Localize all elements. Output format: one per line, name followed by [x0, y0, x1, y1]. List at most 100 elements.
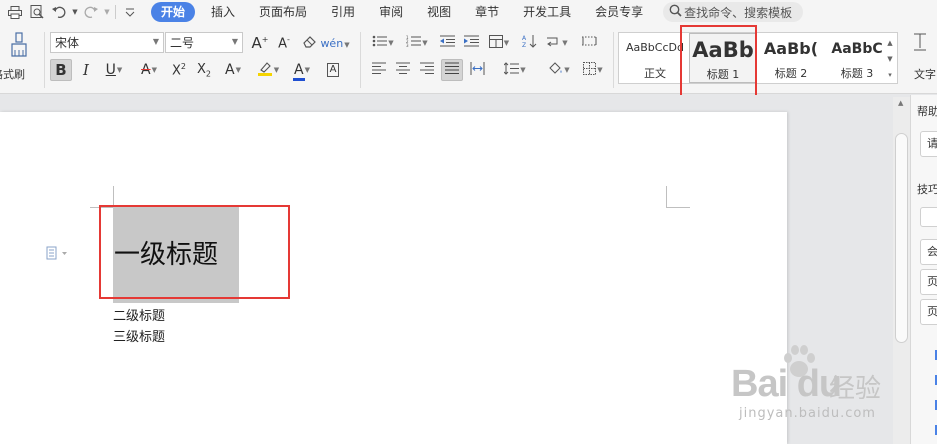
table-border-button[interactable] [578, 32, 600, 54]
command-search[interactable]: 查找命令、搜索模板 [663, 2, 804, 22]
character-border-button[interactable]: A [322, 59, 344, 81]
tab-member[interactable]: 会员专享 [583, 0, 655, 24]
show-paragraph-marks-button[interactable]: ▼ [542, 32, 572, 54]
help-button[interactable]: 页 [920, 269, 937, 295]
scroll-up-icon[interactable]: ▲ [898, 99, 903, 107]
search-placeholder: 查找命令、搜索模板 [684, 5, 793, 20]
font-size-value: 二号 [170, 36, 195, 50]
borders-button[interactable]: ▼ [578, 59, 608, 81]
shrink-font-button[interactable]: A- [273, 32, 295, 54]
redo-dropdown-icon[interactable]: ▼ [102, 2, 112, 22]
align-left-button[interactable] [368, 59, 390, 81]
help-search-input[interactable]: 请 [920, 131, 937, 157]
indent-icon [463, 35, 479, 51]
style-preview: AaBbCcDd [626, 41, 684, 54]
customize-toolbar-icon[interactable] [119, 2, 141, 22]
font-name-value: 宋体 [55, 36, 80, 50]
chevron-up-icon[interactable]: ▲ [885, 35, 895, 51]
group-separator [360, 32, 361, 88]
redo-icon[interactable] [80, 2, 102, 22]
phonetic-guide-button[interactable]: wén▼ [320, 32, 349, 54]
numbered-list-button[interactable]: 1 2 3 ▼ [402, 32, 432, 54]
increase-indent-button[interactable] [460, 32, 482, 54]
text-effect-button[interactable]: A ▼ [218, 59, 248, 81]
font-color-button[interactable]: A ▼ [287, 59, 317, 81]
chevron-down-icon: ▼ [152, 37, 159, 46]
heading-level-3[interactable]: 三级标题 [113, 326, 165, 345]
grow-font-button[interactable]: A+ [249, 32, 271, 54]
character-border-icon: A [326, 63, 340, 77]
superscript-button[interactable]: X2 [168, 59, 190, 81]
search-icon [669, 4, 682, 21]
tab-insert[interactable]: 插入 [199, 0, 247, 24]
help-search-hint: 请 [927, 137, 937, 150]
outdent-icon [439, 35, 455, 51]
text-tools-label: 文字 [914, 68, 936, 81]
distributed-align-button[interactable] [466, 59, 488, 81]
vertical-scrollbar[interactable]: ▲ [893, 97, 910, 444]
underline-button[interactable]: U ▼ [99, 59, 129, 81]
font-name-combo[interactable]: 宋体 ▼ [50, 32, 164, 53]
help-input-box[interactable] [920, 207, 937, 227]
document-page[interactable]: 一级标题 二级标题 三级标题 [0, 112, 787, 444]
align-right-icon [420, 62, 434, 78]
svg-text:Z: Z [522, 42, 526, 48]
sort-button[interactable]: AZ [518, 32, 540, 54]
numbered-list-icon: 123 [406, 35, 422, 51]
print-preview-icon[interactable] [26, 2, 48, 22]
style-heading-3[interactable]: AaBbC 标题 3 [823, 33, 891, 83]
scrollbar-thumb[interactable] [895, 133, 908, 343]
help-button[interactable]: 页 [920, 299, 937, 325]
sort-icon: AZ [522, 34, 537, 52]
svg-text:A: A [522, 35, 527, 42]
paintbrush-icon [0, 32, 38, 61]
paragraph-mark-icon [546, 35, 561, 51]
document-area: 一级标题 二级标题 三级标题 [0, 95, 910, 444]
toolbar-separator [115, 5, 116, 19]
style-name: 标题 3 [840, 67, 874, 80]
bullet-list-icon [372, 35, 388, 51]
chevron-down-icon[interactable]: ▼ [885, 51, 895, 67]
justify-button[interactable] [441, 59, 463, 81]
tab-review[interactable]: 审阅 [367, 0, 415, 24]
print-icon[interactable] [4, 2, 26, 22]
bold-button[interactable]: B [50, 59, 72, 81]
tab-section[interactable]: 章节 [463, 0, 511, 24]
bullet-list-button[interactable]: ▼ [368, 32, 398, 54]
svg-text:3: 3 [406, 43, 409, 47]
gallery-scroll[interactable]: ▲ ▼ ▾ [885, 35, 895, 83]
chinese-layout-button[interactable]: ▼ [484, 32, 514, 54]
font-size-combo[interactable]: 二号 ▼ [165, 32, 243, 53]
help-pane-title: 帮助 [917, 105, 937, 118]
align-center-button[interactable] [392, 59, 414, 81]
align-right-button[interactable] [416, 59, 438, 81]
menu-tabs: 开始 插入 页面布局 引用 审阅 视图 章节 开发工具 会员专享 [151, 0, 655, 24]
tab-view[interactable]: 视图 [415, 0, 463, 24]
decrease-indent-button[interactable] [436, 32, 458, 54]
style-normal[interactable]: AaBbCcDd 正文 [621, 33, 689, 83]
style-heading-2[interactable]: AaBb( 标题 2 [757, 33, 825, 83]
paragraph-handle-icon[interactable] [46, 246, 68, 264]
subscript-icon: X2 [197, 61, 211, 79]
clear-format-button[interactable] [298, 32, 320, 54]
help-button[interactable]: 会 [920, 239, 937, 265]
text-tools-button[interactable]: 文字 [906, 32, 937, 92]
line-spacing-icon [503, 61, 520, 79]
undo-dropdown-icon[interactable]: ▼ [70, 2, 80, 22]
tab-developer[interactable]: 开发工具 [511, 0, 583, 24]
strikethrough-button[interactable]: A ▼ [134, 59, 164, 81]
tab-page-layout[interactable]: 页面布局 [247, 0, 319, 24]
line-spacing-button[interactable]: ▼ [500, 59, 530, 81]
tab-references[interactable]: 引用 [319, 0, 367, 24]
undo-icon[interactable] [48, 2, 70, 22]
heading-level-2[interactable]: 二级标题 [113, 305, 165, 324]
shading-button[interactable]: ▼ [544, 59, 574, 81]
subscript-button[interactable]: X2 [193, 59, 215, 81]
italic-button[interactable]: I [75, 59, 97, 81]
expand-gallery-icon[interactable]: ▾ [885, 67, 895, 83]
format-painter-button[interactable]: 格式刷 [0, 32, 38, 92]
highlight-button[interactable]: ▼ [252, 59, 284, 81]
tab-home[interactable]: 开始 [151, 2, 196, 22]
borders-icon [583, 61, 597, 79]
help-button-label: 页 [927, 275, 937, 288]
